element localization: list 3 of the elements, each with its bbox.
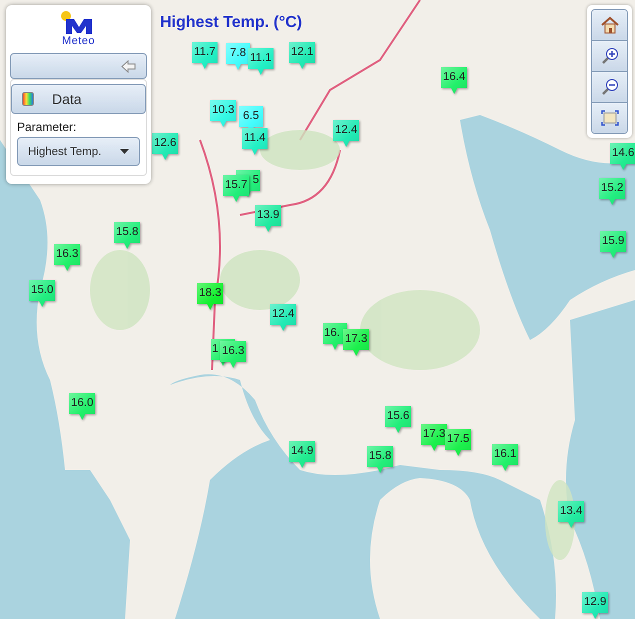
map-title: Highest Temp. (°C) (160, 14, 302, 32)
logo-text: Meteo (62, 35, 96, 47)
parameter-label: Parameter: (17, 120, 76, 134)
